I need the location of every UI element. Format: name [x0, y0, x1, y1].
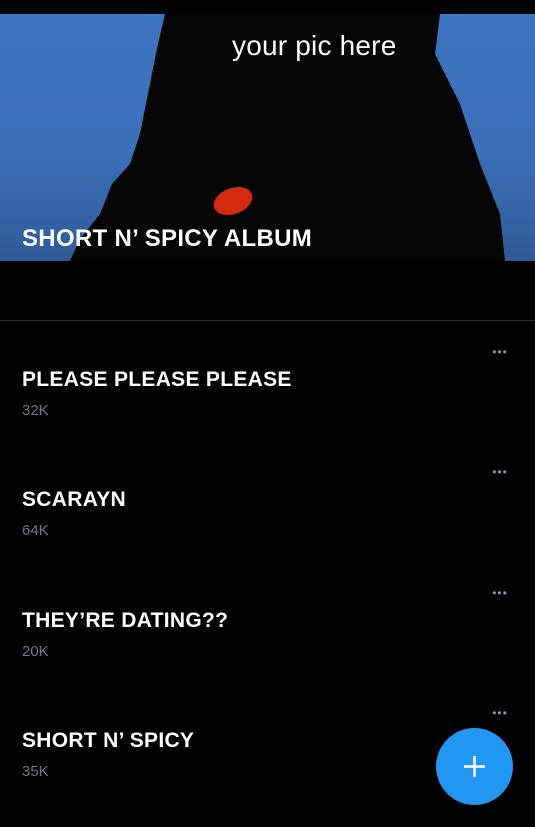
more-options-icon[interactable]: ••• — [489, 707, 511, 719]
song-title: PLEASE PLEASE PLEASE — [22, 368, 292, 391]
album-title: SHORT N’ SPICY ALBUM — [22, 225, 313, 252]
more-options-icon[interactable]: ••• — [489, 587, 511, 599]
song-title: SHORT N’ SPICY — [22, 729, 195, 752]
song-item[interactable]: ••• SCARAYN 64K — [0, 466, 535, 586]
song-item[interactable]: ••• THEY’RE DATING?? 20K — [0, 587, 535, 707]
add-button[interactable] — [436, 728, 513, 805]
song-count: 20K — [22, 643, 49, 660]
song-count: 35K — [22, 763, 49, 780]
plus-icon — [464, 756, 485, 777]
divider — [0, 320, 535, 321]
more-options-icon[interactable]: ••• — [489, 466, 511, 478]
song-title: THEY’RE DATING?? — [22, 609, 229, 632]
song-title: SCARAYN — [22, 488, 127, 511]
song-count: 64K — [22, 522, 49, 539]
song-count: 32K — [22, 402, 49, 419]
more-options-icon[interactable]: ••• — [489, 346, 511, 358]
song-item[interactable]: ••• PLEASE PLEASE PLEASE 32K — [0, 346, 535, 466]
hero-caption: your pic here — [232, 30, 397, 61]
album-cover[interactable]: your pic here SHORT N’ SPICY ALBUM — [0, 14, 535, 261]
status-bar-area — [0, 0, 535, 14]
